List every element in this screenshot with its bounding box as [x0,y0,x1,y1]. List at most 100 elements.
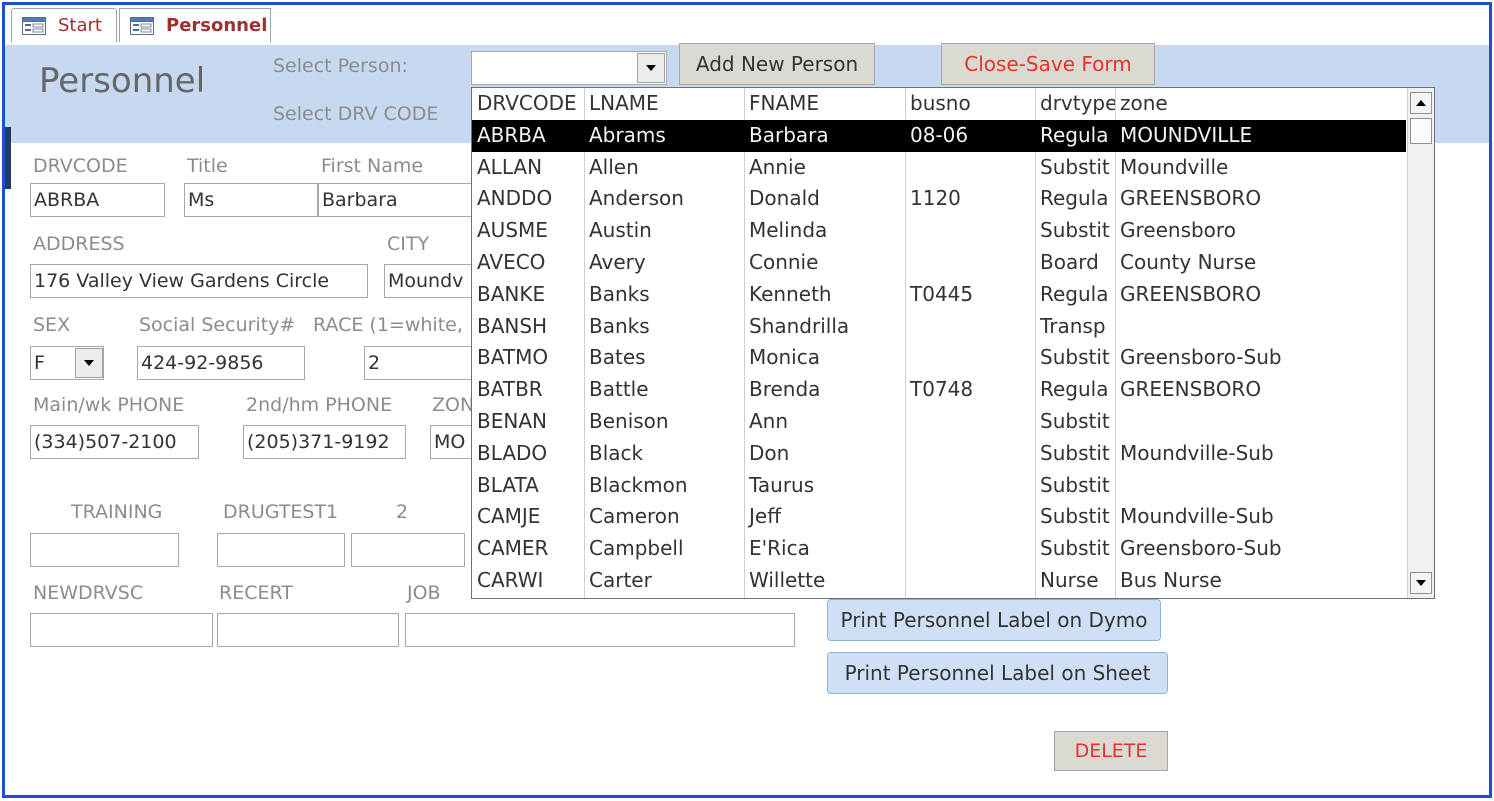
dropdown-row[interactable]: BENAN Benison Ann Substit [472,406,1406,438]
drvcode-label: DRVCODE [33,155,128,177]
dropdown-row[interactable]: BLADO Black Don Substit Moundville-Sub [472,438,1406,470]
drugtest2-field[interactable] [351,533,465,567]
cell-drvtype: Substit [1040,345,1110,370]
column-header-fname: FNAME [749,91,820,115]
dropdown-row[interactable]: CAMJE Cameron Jeff Substit Moundville-Sub [472,501,1406,533]
cell-fname: Ann [749,409,789,433]
scroll-up-button[interactable] [1410,92,1432,114]
main-phone-label: Main/wk PHONE [33,394,185,416]
print-dymo-label-button[interactable]: Print Personnel Label on Dymo [827,599,1161,641]
cell-lname: Abrams [589,122,666,147]
cell-drvcode: AVECO [477,250,546,274]
dropdown-row[interactable]: CARWI Carter Willette Nurse Bus Nurse [472,565,1406,597]
zone-label: ZON [432,394,475,416]
cell-drvcode: BLATA [477,472,539,497]
cell-drvtype: Regula [1040,281,1109,306]
cell-lname: Banks [589,281,650,306]
chevron-down-icon [84,360,94,366]
dropdown-row[interactable]: BANKE Banks Kenneth T0445 Regula GREENSBORO [472,279,1406,311]
chevron-down-icon [646,65,656,71]
chevron-up-icon [1416,100,1426,106]
dropdown-scrollbar[interactable] [1407,88,1434,598]
dropdown-header-row: DRVCODE LNAME FNAME busno drvtype zone [472,88,1406,120]
scroll-thumb[interactable] [1410,118,1432,144]
cell-lname: Blackmon [589,472,688,497]
cell-lname: Banks [589,313,650,338]
title-field[interactable]: Ms [184,183,318,217]
cell-drvcode: CARWI [477,568,544,592]
cell-drvcode: CAMER [477,536,549,561]
cell-lname: Campbell [589,536,684,561]
cell-zone: GREENSBORO [1120,186,1262,211]
newdrvsc-field[interactable] [30,613,213,647]
tab-start[interactable]: Start [11,8,117,42]
cell-zone: Greensboro-Sub [1120,345,1282,370]
chevron-down-icon [1416,580,1426,586]
job-field[interactable] [405,613,795,647]
dropdown-row[interactable]: BATMO Bates Monica Substit Greensboro-Sub [472,342,1406,374]
dropdown-row[interactable]: BANSH Banks Shandrilla Transp [472,311,1406,343]
cell-drvcode: ABRBA [477,122,546,147]
cell-zone: GREENSBORO [1120,377,1262,402]
form-icon [130,16,154,35]
drugtest1-label: DRUGTEST1 [223,501,339,523]
cell-busno [905,565,1035,597]
cell-drvtype: Transp [1040,313,1106,338]
cell-drvcode: BATBR [477,377,543,402]
add-new-person-button[interactable]: Add New Person [679,43,875,85]
address-field[interactable]: 176 Valley View Gardens Circle [30,264,368,298]
drugtest1-field[interactable] [217,533,345,567]
dropdown-row[interactable]: AUSME Austin Melinda Substit Greensboro [472,215,1406,247]
cell-lname: Anderson [589,186,684,211]
dropdown-row[interactable]: BLATA Blackmon Taurus Substit [472,470,1406,502]
cell-busno [905,438,1035,470]
ssn-field[interactable]: 424-92-9856 [137,346,305,380]
dropdown-row[interactable]: BATBR Battle Brenda T0748 Regula GREENSBORO [472,374,1406,406]
delete-button[interactable]: DELETE [1054,731,1168,771]
cell-fname: Taurus [749,472,815,497]
recert-label: RECERT [219,582,293,604]
scroll-down-button[interactable] [1410,572,1432,594]
cell-fname: Kenneth [749,281,832,306]
race-label: RACE (1=white, [313,314,463,336]
cell-busno: 08-06 [910,122,969,147]
cell-zone: MOUNDVILLE [1120,122,1253,147]
dropdown-row[interactable]: AVECO Avery Connie Board County Nurse [472,247,1406,279]
close-save-form-button[interactable]: Close-Save Form [941,43,1155,85]
tab-start-label: Start [58,15,102,36]
select-person-dropdown-list[interactable]: DRVCODE LNAME FNAME busno drvtype zone ABRBA Ab… [471,87,1435,599]
cell-busno [905,342,1035,374]
cell-drvcode: BENAN [477,409,547,433]
cell-drvtype: Substit [1040,154,1110,179]
dropdown-row[interactable]: ANDDO Anderson Donald 1120 Regula GREENSBORO [472,183,1406,215]
main-phone-field[interactable]: (334)507-2100 [30,425,199,459]
recert-field[interactable] [217,613,399,647]
cell-zone [1115,406,1406,438]
newdrvsc-label: NEWDRVSC [33,582,144,604]
zone-field[interactable]: MO [430,425,473,459]
tab-personnel[interactable]: Personnel [119,8,271,42]
cell-fname: Shandrilla [749,313,850,338]
drvcode-field[interactable]: ABRBA [30,183,165,217]
cell-busno [905,152,1035,184]
cell-busno: T0748 [910,377,974,402]
tab-bar: Start Personnel [5,5,1489,45]
city-field[interactable]: Moundv [384,264,473,298]
cell-drvcode: BLADO [477,440,548,465]
cell-lname: Bates [589,345,646,370]
race-field[interactable]: 2 [364,346,473,380]
dropdown-row[interactable]: CAMER Campbell E'Rica Substit Greensboro-Sub [472,533,1406,565]
cell-drvcode: CAMJE [477,504,541,529]
column-header-zone: zone [1120,91,1168,115]
dropdown-row[interactable]: ABRBA Abrams Barbara 08-06 Regula MOUNDVILLE [472,119,1406,152]
address-label: ADDRESS [33,233,125,255]
hm-phone-field[interactable]: (205)371-9192 [243,425,406,459]
dropdown-row[interactable]: ALLAN Allen Annie Substit Moundville [472,152,1406,184]
select-person-dropdown-button[interactable] [637,53,665,83]
record-selector-bar [5,127,11,189]
first-name-field[interactable]: Barbara [318,183,473,217]
print-sheet-label-button[interactable]: Print Personnel Label on Sheet [827,652,1168,694]
training-field[interactable] [30,533,179,567]
cell-lname: Black [589,440,644,465]
sex-dropdown-button[interactable] [75,348,103,378]
